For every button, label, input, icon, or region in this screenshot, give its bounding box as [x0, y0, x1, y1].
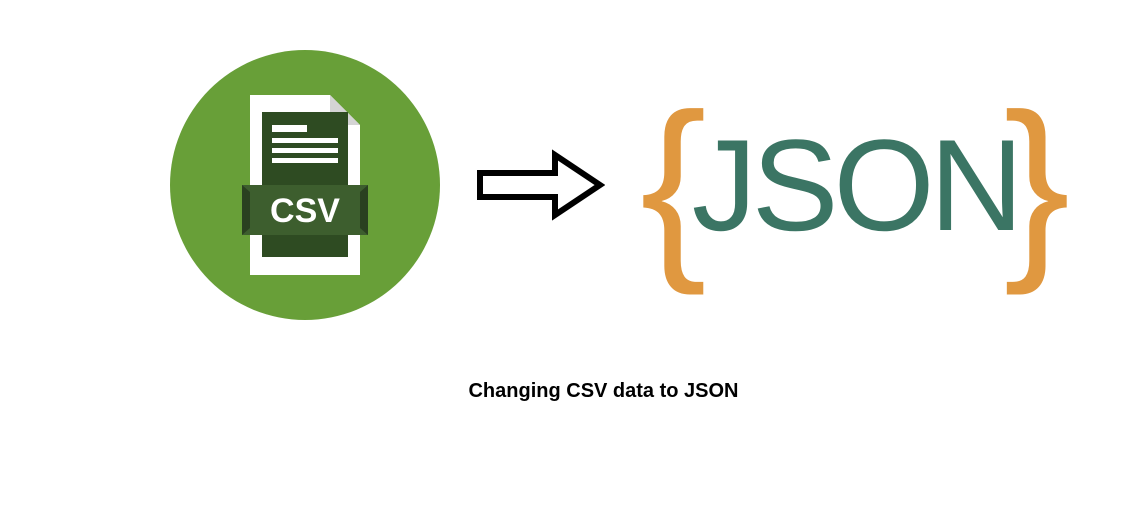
json-text-label: JSON [692, 120, 1019, 250]
json-logo: { JSON } [640, 85, 1070, 285]
diagram-container: CSV { JSON } [0, 0, 1147, 320]
arrow-icon [475, 145, 605, 225]
csv-icon-circle: CSV [170, 50, 440, 320]
diagram-caption: Changing CSV data to JSON [0, 380, 1147, 403]
brace-close-icon: } [1004, 85, 1071, 285]
csv-label-text: CSV [270, 192, 340, 230]
csv-file-icon: CSV [230, 90, 380, 280]
